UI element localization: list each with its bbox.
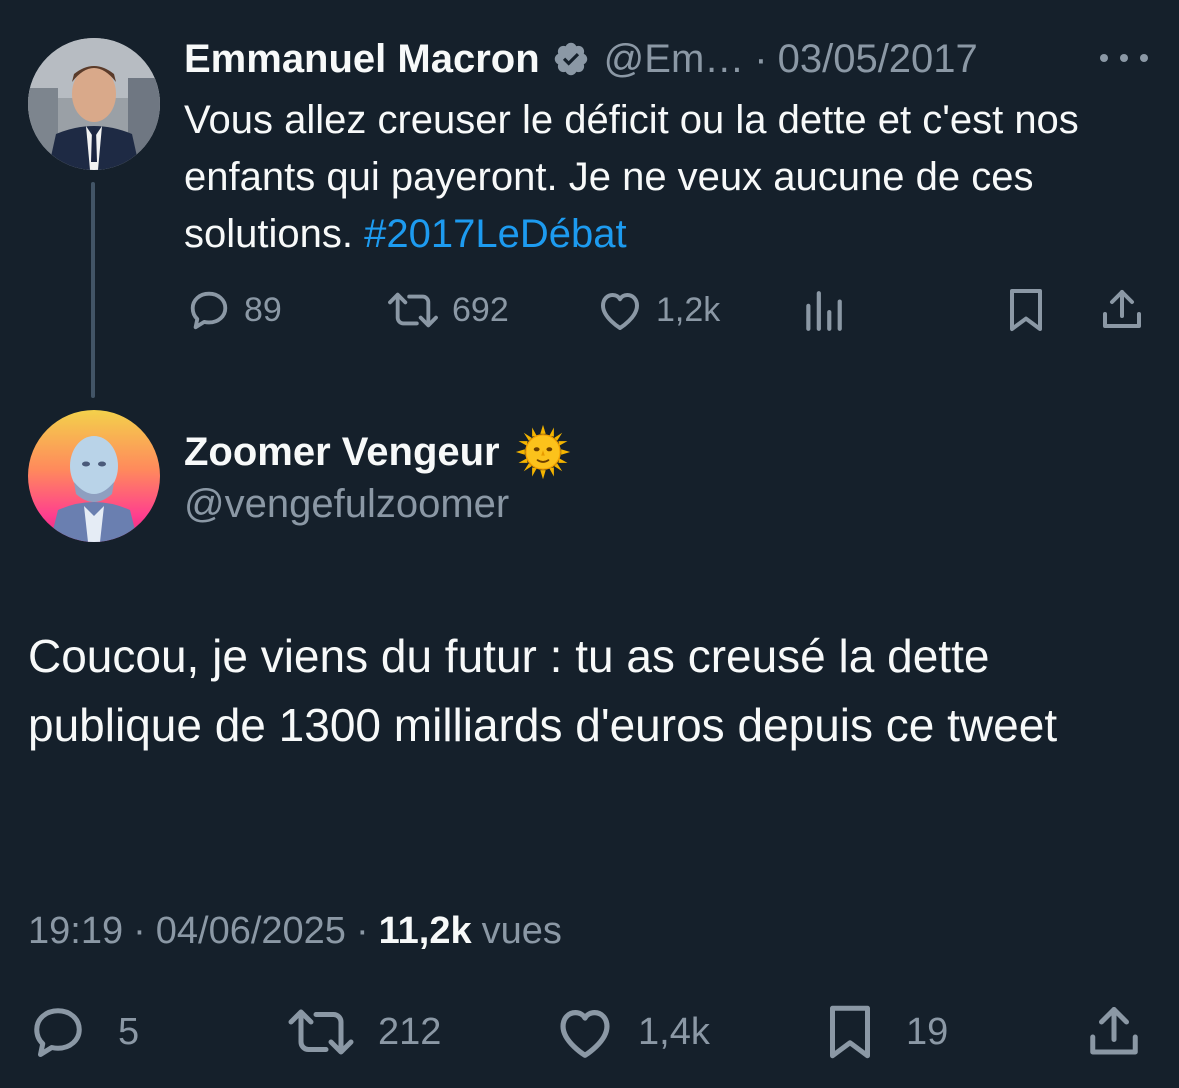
parent-retweet-button[interactable]: 692 [386,284,509,336]
sun-with-face-icon [514,423,572,481]
heart-icon [554,1003,616,1061]
parent-display-name[interactable]: Emmanuel Macron [184,37,540,82]
reply-tweet-metadata: 19:19 · 04/06/2025 · 11,2k vues [28,906,562,956]
reply-reply-count: 5 [118,1010,140,1053]
reply-display-name[interactable]: Zoomer Vengeur [184,430,500,475]
analytics-bars-icon [802,287,844,333]
meta-separator: · [355,909,369,952]
header-separator: · [754,36,768,81]
reply-reply-button[interactable]: 5 [28,1002,139,1062]
parent-reply-count: 89 [244,290,282,329]
parent-views-button[interactable] [802,284,844,336]
reply-like-button[interactable]: 1,4k [554,1002,710,1062]
parent-share-button[interactable] [1098,284,1146,336]
parent-tweet-header: Emmanuel Macron @Em… · 03/05/2017 [184,34,978,84]
parent-like-button[interactable]: 1,2k [596,284,720,336]
thread-connector-line [91,182,95,398]
parent-bookmark-button[interactable] [1004,284,1048,336]
parent-handle[interactable]: @Em… [604,37,745,82]
parent-like-count: 1,2k [656,290,721,329]
retweet-icon [286,1002,356,1062]
parent-date[interactable]: 03/05/2017 [778,37,978,82]
more-options-icon[interactable] [1100,44,1148,72]
reply-time[interactable]: 19:19 [28,910,123,953]
reply-retweet-count: 212 [378,1010,442,1053]
reply-like-count: 1,4k [638,1010,710,1053]
meta-separator: · [133,909,146,952]
views-count[interactable]: 11,2k [379,910,472,953]
parent-tweet-text: Vous allez creuser le déficit ou la dett… [184,92,1159,263]
bookmark-icon [824,1002,876,1062]
reply-bubble-icon [28,1002,88,1062]
hashtag-link[interactable]: #2017LeDébat [364,212,626,256]
verified-badge-icon[interactable] [552,40,590,78]
parent-retweet-count: 692 [452,290,509,329]
reply-date[interactable]: 04/06/2025 [156,910,346,953]
reply-bookmark-count: 19 [906,1010,949,1053]
views-label: vues [481,909,562,952]
share-upload-icon [1084,1002,1144,1062]
retweet-icon [386,287,440,333]
bookmark-icon [1004,286,1048,334]
reply-author-row: Zoomer Vengeur [184,424,572,480]
reply-bookmark-button[interactable]: 19 [824,1002,948,1062]
avatar-zoomer-vengeur[interactable] [28,410,160,542]
reply-handle[interactable]: @vengefulzoomer [184,482,509,527]
reply-tweet-text: Coucou, je viens du futur : tu as creusé… [28,630,1058,751]
avatar-emmanuel-macron[interactable] [28,38,160,170]
parent-reply-button[interactable]: 89 [186,284,282,336]
heart-icon [596,287,644,333]
share-upload-icon [1098,286,1146,334]
reply-bubble-icon [186,287,232,333]
reply-share-button[interactable] [1084,1002,1144,1062]
parent-tweet-body: Vous allez creuser le déficit ou la dett… [184,98,1079,256]
reply-retweet-button[interactable]: 212 [286,1002,441,1062]
